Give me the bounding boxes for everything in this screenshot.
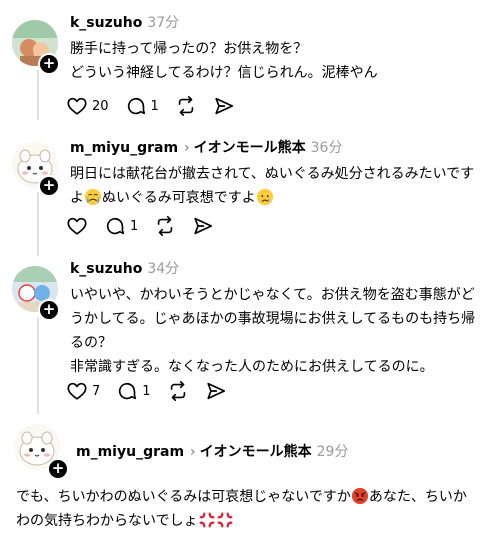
reply-count: 1 (130, 218, 139, 234)
crying-face-emoji-icon (84, 188, 102, 206)
repost-icon (170, 381, 185, 401)
post-line: 勝手に持って帰ったの？お供え物を？ (70, 41, 308, 57)
post-line: どういう神経してるわけ？信じられん。泥棒やん (70, 65, 378, 81)
heart-icon (67, 217, 87, 235)
comment-button[interactable]: 1 (104, 215, 138, 237)
post-line: いやいや、かわいそうとかじゃなくて。お供え物を盗む事態がど (70, 287, 475, 303)
like-button[interactable]: 20 (66, 95, 109, 117)
post-header: k_suzuho 34分 (70, 258, 179, 278)
angry-face-emoji-icon (351, 487, 368, 505)
comment-icon (106, 217, 125, 235)
action-bar: 1 (66, 215, 230, 237)
thread-line (37, 70, 39, 120)
share-icon (194, 217, 213, 235)
post-line: わの気持ちわからないでしょ (16, 509, 467, 533)
timestamp: 36分 (310, 140, 343, 156)
follow-plus-icon[interactable]: + (38, 53, 60, 75)
repost-button[interactable] (175, 95, 197, 117)
share-button[interactable] (213, 95, 235, 117)
sad-face-emoji-icon (256, 188, 273, 206)
post-text-segment: わの気持ちわからないでしょ (16, 513, 198, 529)
timestamp: 34分 (147, 261, 180, 277)
like-button[interactable] (66, 215, 88, 237)
comment-button[interactable]: 1 (125, 95, 159, 117)
username[interactable]: m_miyu_gram (76, 444, 184, 460)
reply-count: 1 (142, 383, 151, 399)
post-line: うかしてる。じゃあほかの事故現場にお供えしてるものも持ち帰 (70, 311, 476, 327)
follow-plus-icon[interactable]: + (47, 458, 69, 480)
action-bar: 20 1 (66, 95, 251, 117)
username[interactable]: k_suzuho (70, 261, 142, 277)
post-line: 非常識すぎる。なくなった人のためにお供えしてるのに。 (70, 359, 434, 375)
share-button[interactable] (205, 380, 227, 402)
heart-icon (67, 382, 87, 400)
comment-button[interactable]: 1 (116, 380, 151, 402)
timestamp: 37分 (147, 15, 180, 31)
follow-plus-icon[interactable]: + (38, 175, 60, 197)
like-count: 7 (92, 383, 101, 399)
location-tag[interactable]: イオンモール熊本 (194, 140, 306, 156)
repost-button[interactable] (154, 215, 176, 237)
post-text-segment: でも、ちいかわのぬいぐるみは可哀想じゃないですか (16, 489, 351, 505)
chevron-right-icon: › (184, 140, 190, 156)
anger-symbol-emoji-icon (217, 512, 233, 528)
post-text: 勝手に持って帰ったの？お供え物を？ どういう神経してるわけ？信じられん。泥棒やん (70, 37, 378, 85)
repost-icon (158, 216, 173, 236)
post-text-segment: ぬいぐるみ可哀想ですよ (102, 190, 256, 206)
timestamp: 29分 (316, 444, 349, 460)
repost-icon (178, 96, 194, 116)
chevron-right-icon: › (190, 444, 196, 460)
heart-icon (67, 97, 87, 115)
post-text-segment: あなた、ちいか (368, 489, 467, 505)
comment-icon (127, 97, 145, 115)
post-line: 明日には献花台が撤去されて、ぬいぐるみ処分されるみたいです (70, 166, 475, 182)
username[interactable]: m_miyu_gram (70, 140, 178, 156)
anger-symbol-emoji-icon (199, 512, 215, 528)
post-header: k_suzuho 37分 (70, 12, 179, 32)
thread-line (37, 318, 39, 414)
repost-button[interactable] (167, 380, 189, 402)
comment-icon (119, 382, 137, 400)
post-text: でも、ちいかわのぬいぐるみは可哀想じゃないですか あなた、ちいか わの気持ちわから… (16, 485, 467, 533)
like-button[interactable]: 7 (66, 380, 100, 402)
like-count: 20 (92, 98, 109, 114)
post-header: m_miyu_gram › イオンモール熊本 29分 (76, 441, 348, 461)
post-line: でも、ちいかわのぬいぐるみは可哀想じゃないですか あなた、ちいか (16, 485, 467, 509)
share-button[interactable] (192, 215, 214, 237)
share-icon (215, 97, 233, 115)
location-tag[interactable]: イオンモール熊本 (200, 444, 312, 460)
post-text-segment: よ (70, 190, 84, 206)
post-text: いやいや、かわいそうとかじゃなくて。お供え物を盗む事態がど うかしてる。じゃあほ… (70, 283, 475, 379)
post-line: るの？ (70, 335, 112, 351)
post-text: 明日には献花台が撤去されて、ぬいぐるみ処分されるみたいです よ ぬいぐるみ可哀想で… (70, 162, 474, 210)
share-icon (206, 382, 225, 400)
reply-count: 1 (150, 98, 159, 114)
post-line: よ ぬいぐるみ可哀想ですよ (70, 186, 474, 210)
follow-plus-icon[interactable]: + (38, 299, 60, 321)
username[interactable]: k_suzuho (70, 15, 142, 31)
post-header: m_miyu_gram › イオンモール熊本 36分 (70, 137, 342, 157)
thread-line (37, 192, 39, 256)
action-bar: 7 1 (66, 380, 243, 402)
